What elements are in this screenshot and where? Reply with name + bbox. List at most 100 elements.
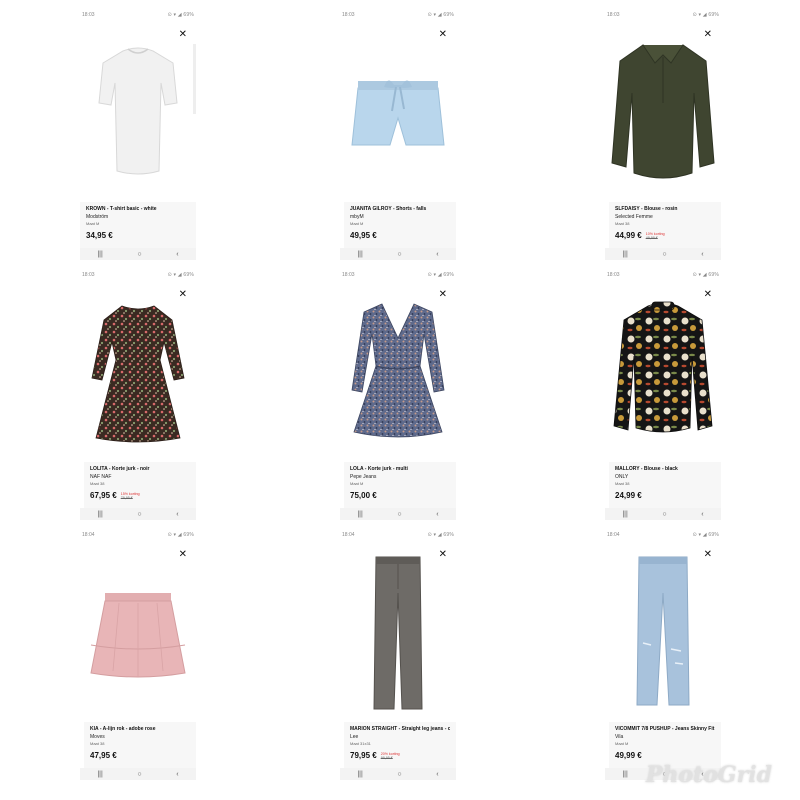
- back-icon[interactable]: ‹: [436, 251, 438, 258]
- product-card[interactable]: ✕ KIA - A-lijn rok - adobe rose Moves Ma…: [80, 540, 196, 768]
- home-icon[interactable]: ○: [397, 251, 401, 258]
- recent-apps-icon[interactable]: |||: [622, 511, 627, 518]
- product-size: Maat M: [350, 221, 364, 226]
- product-card[interactable]: ✕ LOLITA - Korte jurk - noir NAF NAF Maa…: [80, 280, 196, 508]
- product-price: 67,95 €: [90, 491, 117, 500]
- recent-apps-icon[interactable]: |||: [97, 251, 102, 258]
- status-icons: ⊙ ▾ ◢ 69%: [167, 272, 194, 278]
- product-image: [605, 288, 721, 458]
- back-icon[interactable]: ‹: [701, 511, 703, 518]
- discount-info: 10% korting 49,99 €: [646, 232, 665, 240]
- recent-apps-icon[interactable]: |||: [357, 771, 362, 778]
- status-time: 18:03: [607, 272, 620, 278]
- recent-apps-icon[interactable]: |||: [622, 251, 627, 258]
- product-title: LOLITA - Korte jurk - noir: [90, 466, 150, 472]
- recent-apps-icon[interactable]: |||: [97, 771, 102, 778]
- home-icon[interactable]: ○: [662, 251, 666, 258]
- status-time: 18:03: [82, 272, 95, 278]
- product-brand: mbyM: [350, 214, 364, 220]
- product-price: 24,99 €: [615, 491, 642, 500]
- product-title: MALLORY - Blouse - black: [615, 466, 678, 472]
- home-icon[interactable]: ○: [397, 771, 401, 778]
- back-icon[interactable]: ‹: [701, 251, 703, 258]
- status-bar: 18:03 ⊙ ▾ ◢ 69%: [340, 270, 456, 280]
- product-brand: Pepe Jeans: [350, 474, 377, 480]
- status-time: 18:04: [607, 532, 620, 538]
- product-size: Maat 31x31: [350, 741, 371, 746]
- product-screen-6: 18:03 ⊙ ▾ ◢ 69% ✕ MALLORY - Blouse - bla…: [605, 270, 721, 520]
- product-info: JUANITA GILROY - Shorts - falls mbyM Maa…: [344, 202, 456, 248]
- product-image: [605, 28, 721, 198]
- nav-bar: ||| ○ ‹: [80, 508, 196, 520]
- nav-bar: ||| ○ ‹: [340, 768, 456, 780]
- product-screen-3: 18:03 ⊙ ▾ ◢ 69% ✕ SLFDAISY - Blouse - ro…: [605, 10, 721, 260]
- product-price: 49,95 €: [350, 231, 377, 240]
- product-price: 75,00 €: [350, 491, 377, 500]
- product-size: Maat 38: [90, 741, 105, 746]
- recent-apps-icon[interactable]: |||: [357, 251, 362, 258]
- product-image: [80, 28, 196, 198]
- status-icons: ⊙ ▾ ◢ 69%: [692, 12, 719, 18]
- recent-apps-icon[interactable]: |||: [357, 511, 362, 518]
- old-price: 99,95 €: [380, 755, 393, 760]
- photogrid-watermark: PhotoGrid: [645, 762, 772, 788]
- status-icons: ⊙ ▾ ◢ 69%: [167, 532, 194, 538]
- old-price: 49,99 €: [645, 235, 658, 240]
- back-icon[interactable]: ‹: [436, 771, 438, 778]
- status-bar: 18:03 ⊙ ▾ ◢ 69%: [605, 10, 721, 20]
- product-title: SLFDAISY - Blouse - rosin: [615, 206, 678, 212]
- nav-bar: ||| ○ ‹: [340, 508, 456, 520]
- home-icon[interactable]: ○: [137, 251, 141, 258]
- recent-apps-icon[interactable]: |||: [622, 771, 627, 778]
- product-image: [340, 548, 456, 718]
- product-brand: Lee: [350, 734, 359, 740]
- discount-percent: 20% korting: [380, 751, 400, 756]
- back-icon[interactable]: ‹: [176, 251, 178, 258]
- product-brand: Selected Femme: [615, 214, 653, 220]
- status-bar: 18:03 ⊙ ▾ ◢ 69%: [605, 270, 721, 280]
- status-icons: ⊙ ▾ ◢ 69%: [427, 12, 454, 18]
- product-card[interactable]: ✕ KROWN - T-shirt basic - white Modström…: [80, 20, 196, 248]
- product-info: SLFDAISY - Blouse - rosin Selected Femme…: [609, 202, 721, 248]
- status-bar: 18:03 ⊙ ▾ ◢ 69%: [340, 10, 456, 20]
- product-price: 79,95 €: [350, 751, 377, 760]
- product-price: 47,95 €: [90, 751, 117, 760]
- home-icon[interactable]: ○: [137, 511, 141, 518]
- status-bar: 18:03 ⊙ ▾ ◢ 69%: [80, 10, 196, 20]
- home-icon[interactable]: ○: [662, 511, 666, 518]
- product-info: LOLA - Korte jurk - multi Pepe Jeans Maa…: [344, 462, 456, 508]
- product-size: Maat M: [86, 221, 100, 226]
- product-card[interactable]: ✕ LOLA - Korte jurk - multi Pepe Jeans M…: [340, 280, 456, 508]
- home-icon[interactable]: ○: [397, 511, 401, 518]
- nav-bar: ||| ○ ‹: [605, 508, 721, 520]
- discount-percent: 15% korting: [120, 491, 140, 496]
- status-bar: 18:04 ⊙ ▾ ◢ 69%: [605, 530, 721, 540]
- status-time: 18:03: [82, 12, 95, 18]
- home-icon[interactable]: ○: [137, 771, 141, 778]
- product-price: 49,99 €: [615, 751, 642, 760]
- recent-apps-icon[interactable]: |||: [97, 511, 102, 518]
- product-card[interactable]: ✕ MALLORY - Blouse - black ONLY Maat 38 …: [605, 280, 721, 508]
- status-time: 18:03: [342, 12, 355, 18]
- product-card[interactable]: ✕ VICOMMIT 7/8 PUSHUP - Jeans Skinny Fit…: [605, 540, 721, 768]
- back-icon[interactable]: ‹: [176, 511, 178, 518]
- product-info: MARION STRAIGHT - Straight leg jeans - c…: [344, 722, 456, 768]
- product-info: KROWN - T-shirt basic - white Modström M…: [80, 202, 196, 248]
- status-icons: ⊙ ▾ ◢ 69%: [692, 272, 719, 278]
- status-time: 18:03: [342, 272, 355, 278]
- product-brand: Moves: [90, 734, 105, 740]
- product-card[interactable]: ✕ JUANITA GILROY - Shorts - falls mbyM M…: [340, 20, 456, 248]
- nav-bar: ||| ○ ‹: [605, 248, 721, 260]
- status-icons: ⊙ ▾ ◢ 69%: [427, 272, 454, 278]
- status-time: 18:03: [607, 12, 620, 18]
- product-size: Maat 38: [615, 481, 630, 486]
- product-title: LOLA - Korte jurk - multi: [350, 466, 408, 472]
- back-icon[interactable]: ‹: [176, 771, 178, 778]
- back-icon[interactable]: ‹: [436, 511, 438, 518]
- product-card[interactable]: ✕ MARION STRAIGHT - Straight leg jeans -…: [340, 540, 456, 768]
- product-info: MALLORY - Blouse - black ONLY Maat 38 24…: [609, 462, 721, 508]
- product-card[interactable]: ✕ SLFDAISY - Blouse - rosin Selected Fem…: [605, 20, 721, 248]
- product-brand: Modström: [86, 214, 109, 220]
- product-title: JUANITA GILROY - Shorts - falls: [350, 206, 427, 212]
- status-bar: 18:03 ⊙ ▾ ◢ 69%: [80, 270, 196, 280]
